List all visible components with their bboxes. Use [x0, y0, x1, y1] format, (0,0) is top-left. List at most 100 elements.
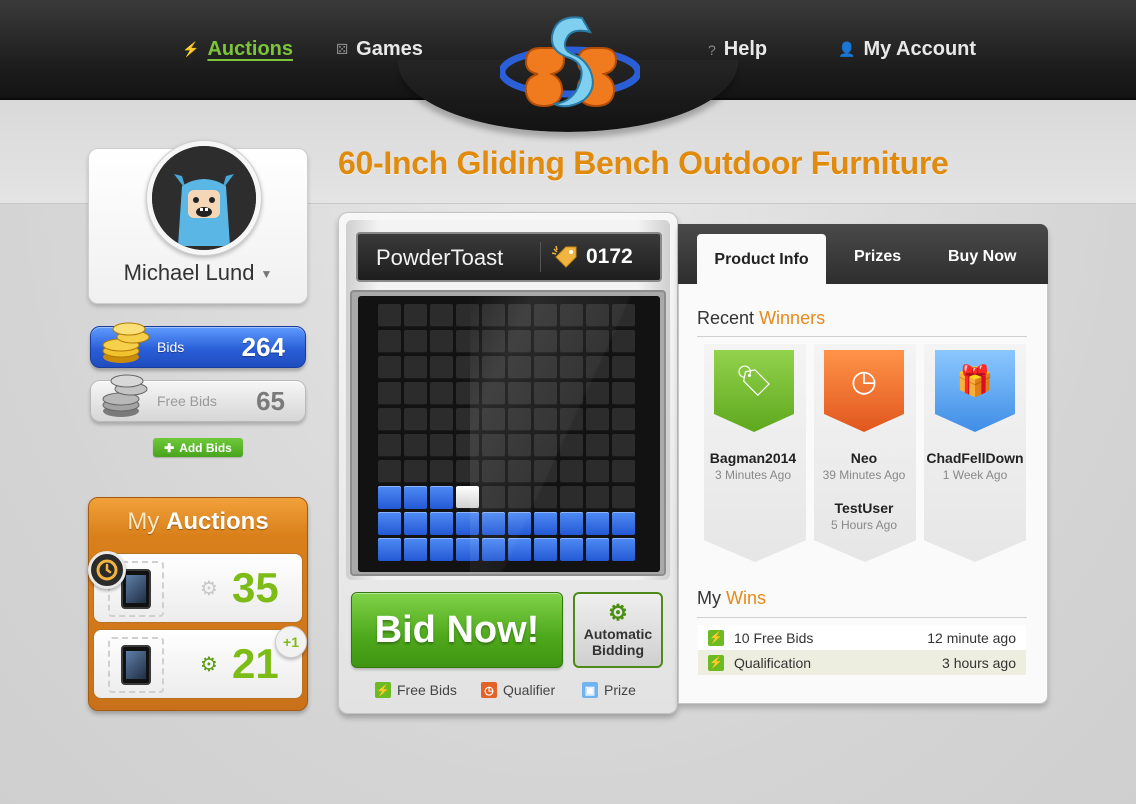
avatar[interactable] — [152, 146, 256, 250]
grid-cell — [482, 486, 505, 509]
help-icon: ? — [708, 41, 716, 58]
grid-cell — [456, 330, 479, 353]
winner-name[interactable]: TestUser — [804, 500, 924, 516]
leader-username: PowderToast — [376, 245, 504, 270]
grid-cell — [456, 356, 479, 379]
add-bids-label: Add Bids — [179, 440, 232, 455]
tab-product-info[interactable]: Product Info — [697, 234, 826, 286]
grid-cell — [586, 434, 609, 457]
nav-help[interactable]: ? Help — [708, 38, 767, 61]
gear-icon[interactable]: ⚙ — [200, 576, 218, 600]
grid-cell — [508, 304, 531, 327]
grid-cell — [560, 460, 583, 483]
grid-cell — [534, 486, 557, 509]
grid-cell — [378, 460, 401, 483]
auction-bid-count: 35 — [232, 564, 279, 611]
grid-cell — [482, 356, 505, 379]
my-auction-item[interactable]: ⚙ 21 — [93, 629, 303, 699]
timer-icon: ◷ — [481, 682, 497, 698]
nav-my-account-label: My Account — [863, 38, 977, 60]
product-title: 60-Inch Gliding Bench Outdoor Furniture — [338, 145, 949, 181]
auction-counter: 0172 — [586, 245, 633, 268]
grid-cell — [508, 330, 531, 353]
grid-cell — [534, 512, 557, 535]
recent-winners-title-prefix: Recent — [697, 308, 755, 328]
grid-cell — [586, 356, 609, 379]
plus-icon: ✚ — [164, 440, 175, 455]
product-thumbnail — [108, 637, 164, 693]
grid-cell — [378, 486, 401, 509]
tab-buy-now[interactable]: Buy Now — [948, 248, 1016, 266]
bids-count: 264 — [241, 331, 285, 362]
my-auctions-title: My Auctions — [88, 508, 308, 536]
site-logo[interactable] — [500, 10, 640, 120]
tab-prizes[interactable]: Prizes — [854, 248, 901, 266]
price-tag-icon — [552, 245, 577, 268]
bids-label: Bids — [157, 339, 185, 355]
free-bids-count: 65 — [256, 385, 285, 416]
tag-icon: 🏷 — [734, 364, 774, 399]
grid-cell — [378, 408, 401, 431]
automatic-bidding-button[interactable]: ⚙ Automatic Bidding — [573, 592, 663, 668]
win-label: Qualification — [734, 654, 812, 671]
grid-cell — [586, 512, 609, 535]
nav-auctions[interactable]: ⚡ Auctions — [182, 38, 293, 61]
grid-cell — [612, 486, 635, 509]
grid-cell — [508, 538, 531, 561]
grid-cell — [612, 434, 635, 457]
nav-help-label: Help — [723, 38, 768, 60]
profile-name-dropdown[interactable]: Michael Lund ▼ — [88, 260, 308, 286]
winner-name[interactable]: ChadFellDown — [915, 450, 1035, 466]
grid-cell — [612, 304, 635, 327]
add-bids-button[interactable]: ✚ Add Bids — [153, 438, 243, 457]
grid-cell — [378, 512, 401, 535]
grid-cell — [508, 356, 531, 379]
bolt-icon: ⚡ — [708, 654, 724, 671]
grid-cell — [560, 304, 583, 327]
grid-cell — [586, 330, 609, 353]
my-auctions-title-bold: Auctions — [166, 508, 269, 535]
win-row[interactable]: ⚡ 10 Free Bids 12 minute ago — [698, 625, 1026, 650]
grid-cell — [482, 330, 505, 353]
winner-time: 3 Minutes Ago — [714, 468, 792, 482]
grid-cell — [430, 330, 453, 353]
bolt-icon: ⚡ — [708, 629, 724, 646]
grid-cell — [586, 408, 609, 431]
grid-cell — [586, 486, 609, 509]
grid-cell — [430, 304, 453, 327]
grid-cell — [482, 512, 505, 535]
nav-my-account[interactable]: 👤 My Account — [838, 38, 976, 61]
grid-cell — [430, 356, 453, 379]
timer-icon: ◷ — [850, 364, 878, 399]
my-wins-title-accent: Wins — [726, 588, 767, 608]
grid-cell — [586, 304, 609, 327]
grid-cell — [482, 434, 505, 457]
bonus-badge: +1 — [275, 626, 307, 658]
winner-name[interactable]: Neo — [804, 450, 924, 466]
gear-icon: ⚙ — [608, 600, 628, 625]
win-row[interactable]: ⚡ Qualification 3 hours ago — [698, 650, 1026, 675]
gift-icon: ▣ — [582, 682, 598, 698]
grid-cell — [508, 486, 531, 509]
grid-cell — [482, 304, 505, 327]
grid-cell — [378, 538, 401, 561]
display-divider — [540, 242, 541, 272]
grid-cell — [612, 460, 635, 483]
grid-cell — [430, 460, 453, 483]
winner-name[interactable]: Bagman2014 — [693, 450, 813, 466]
grid-cell — [612, 512, 635, 535]
bid-now-button[interactable]: Bid Now! — [351, 592, 563, 668]
game-grid[interactable] — [378, 304, 638, 566]
chevron-down-icon: ▼ — [260, 267, 273, 282]
legend-free-bids-label: Free Bids — [397, 682, 457, 698]
grid-cell — [534, 434, 557, 457]
dice-icon: ⚄ — [336, 41, 349, 57]
timer-icon — [88, 551, 126, 589]
gear-icon[interactable]: ⚙ — [200, 652, 218, 676]
winner-time: 5 Hours Ago — [830, 518, 898, 532]
gold-coins-icon — [102, 322, 150, 363]
grid-cell — [534, 304, 557, 327]
grid-cell — [560, 330, 583, 353]
nav-games[interactable]: ⚄ Games — [336, 38, 423, 61]
divider — [697, 617, 1027, 618]
